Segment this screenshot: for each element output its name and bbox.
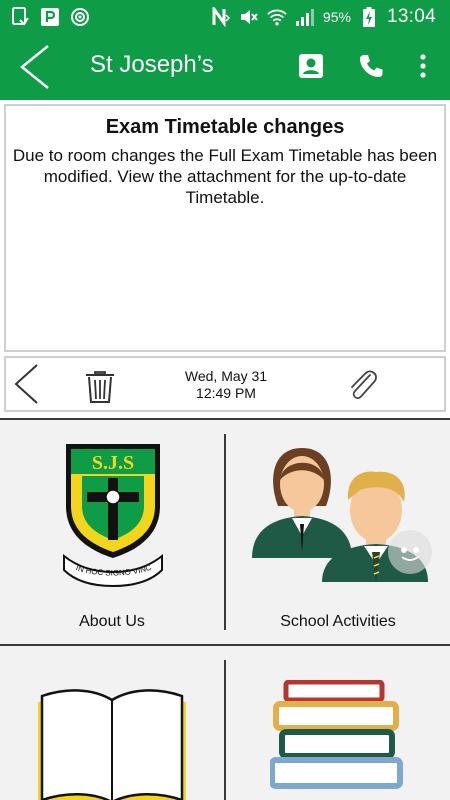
message-time: 12:49 PM <box>196 385 256 401</box>
wifi-icon <box>267 7 287 27</box>
signal-icon <box>295 7 315 27</box>
books-stack-icon <box>270 680 403 789</box>
nfc-icon <box>211 6 231 27</box>
overflow-menu-button[interactable] <box>408 51 438 81</box>
tile-label-about-us: About Us <box>79 613 145 630</box>
battery-charging-icon <box>359 6 379 27</box>
contact-card-button[interactable] <box>296 51 326 81</box>
open-book-icon <box>38 689 186 800</box>
tile-books-stack[interactable] <box>226 646 450 800</box>
school-crest-icon: S.J.S IN HOC SIGNO VINCES <box>60 440 163 588</box>
message-body: Due to room changes the Full Exam Timeta… <box>12 146 438 207</box>
app-notification-icon <box>40 7 60 27</box>
face-icon <box>401 547 419 561</box>
message-card: Exam Timetable changes Due to room chang… <box>4 104 446 352</box>
paperclip-icon <box>351 370 377 399</box>
attachment-button[interactable] <box>342 366 382 406</box>
sync-icon <box>70 7 90 27</box>
app-bar: St Joseph’s <box>0 33 450 100</box>
message-title: Exam Timetable changes <box>105 116 345 138</box>
status-bar: 95% 13:04 <box>0 0 450 33</box>
chevron-left-icon <box>14 364 38 404</box>
screenshot-notification-icon <box>10 6 30 27</box>
tile-about-us[interactable]: S.J.S IN HOC SIGNO VINCES About Us <box>0 420 224 642</box>
phone-icon <box>360 55 383 77</box>
message-toolbar: Wed, May 31 12:49 PM <box>4 356 446 412</box>
mute-icon <box>239 7 259 27</box>
message-date: Wed, May 31 <box>184 368 268 384</box>
floating-assistant-button[interactable] <box>388 530 432 574</box>
back-button[interactable] <box>12 44 58 90</box>
menu-grid: S.J.S IN HOC SIGNO VINCES About Us <box>0 418 450 800</box>
delete-button[interactable] <box>80 366 120 406</box>
back-arrow-icon <box>20 45 49 89</box>
contact-card-icon <box>299 54 323 78</box>
battery-percentage: 95% <box>322 8 351 25</box>
tile-open-book[interactable] <box>0 646 224 800</box>
message-timestamp: Wed, May 31 12:49 PM <box>166 368 286 402</box>
trash-icon <box>86 371 114 403</box>
call-button[interactable] <box>356 51 386 81</box>
crest-letters: S.J.S <box>92 452 134 474</box>
tile-label-school-activities: School Activities <box>280 613 396 630</box>
app-title: St Joseph’s <box>90 51 214 78</box>
status-time: 13:04 <box>386 5 436 27</box>
more-vertical-icon <box>420 54 426 78</box>
previous-message-button[interactable] <box>8 362 44 406</box>
tile-school-activities[interactable]: School Activities <box>226 420 450 642</box>
